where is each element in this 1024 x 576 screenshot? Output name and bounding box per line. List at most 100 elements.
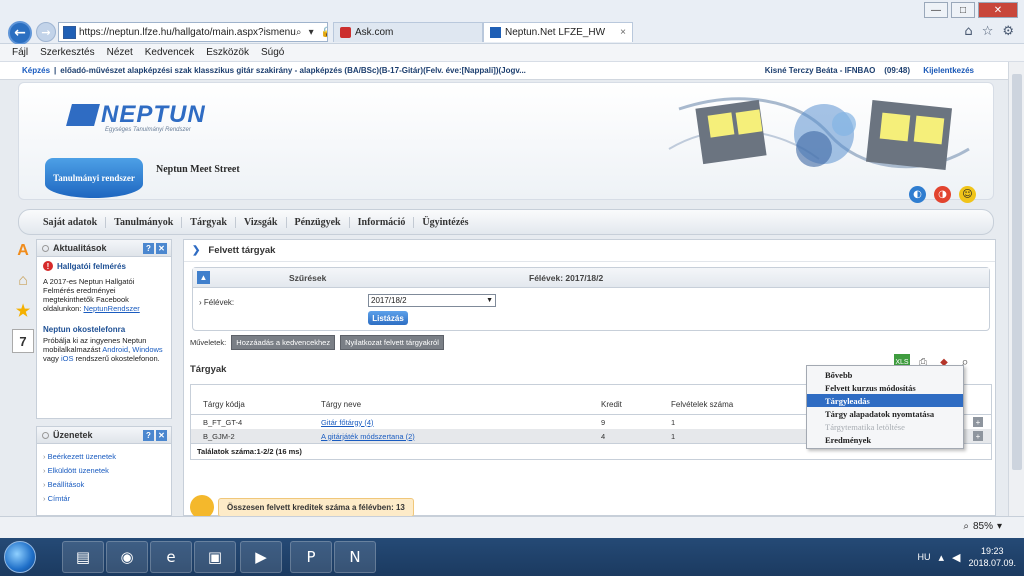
firefox-icon[interactable]: ◉ — [106, 541, 148, 573]
main-navigation: Saját adatok Tanulmányok Tárgyak Vizsgák… — [18, 209, 994, 235]
start-button[interactable] — [4, 541, 36, 573]
alert-icon: ! — [43, 261, 53, 271]
training-label[interactable]: Képzés — [22, 66, 50, 75]
clock[interactable]: 19:23 2018.07.09. — [968, 545, 1016, 569]
save-floppy-icon[interactable]: ▣ — [194, 541, 236, 573]
logo-subtitle: Egységes Tanulmányi Rendszer — [105, 127, 191, 133]
forward-button[interactable]: → — [36, 22, 56, 42]
meet-street-link[interactable]: Neptun Meet Street — [156, 164, 240, 175]
nav-administration[interactable]: Ügyintézés — [414, 217, 476, 228]
menu-help[interactable]: Súgó — [261, 47, 284, 58]
globe-icon[interactable]: ◐ — [909, 186, 926, 203]
calendar-icon[interactable]: 7 — [12, 329, 34, 353]
powerpoint-icon[interactable]: P — [290, 541, 332, 573]
nav-subjects[interactable]: Tárgyak — [182, 216, 236, 228]
ios-link[interactable]: iOS — [61, 354, 74, 363]
android-link[interactable]: Android — [102, 345, 128, 354]
scrollbar-thumb[interactable] — [1012, 74, 1022, 470]
zoom-control[interactable]: ⌕ 85% ▾ — [963, 521, 1002, 532]
internet-explorer-icon[interactable]: e — [150, 541, 192, 573]
message-settings-link[interactable]: Beállítások — [43, 478, 165, 492]
volume-icon[interactable]: ◀ — [952, 551, 960, 564]
panel-collapse-icon[interactable] — [42, 244, 49, 252]
study-system-badge[interactable]: Tanulmányi rendszer — [45, 158, 143, 198]
font-size-icon[interactable]: A — [12, 239, 34, 263]
color-scheme-icon[interactable]: ◑ — [934, 186, 951, 203]
favorites-shortcut-icon[interactable]: ★ — [12, 299, 34, 323]
neptun-taskbar-icon[interactable]: N — [334, 541, 376, 573]
browser-titlebar: ← → https://neptun.lfze.hu/hallgato/main… — [0, 0, 1024, 45]
home-icon[interactable]: ⌂ — [964, 24, 972, 39]
logout-link[interactable]: Kijelentkezés — [923, 66, 974, 75]
row-menu-plus-icon[interactable]: + — [973, 417, 983, 427]
menu-item-drop-subject[interactable]: Tárgyleadás — [807, 394, 963, 407]
column-header-enrollments[interactable]: Felvételek száma — [671, 400, 791, 409]
menu-favorites[interactable]: Kedvencek — [145, 47, 194, 58]
news-item-title[interactable]: ! Hallgatói felmérés — [43, 261, 165, 271]
back-button[interactable]: ← — [8, 21, 32, 45]
news-item-body: A 2017-es Neptun Hallgatói Felmérés ered… — [43, 277, 140, 313]
menu-tools[interactable]: Eszközök — [206, 47, 249, 58]
minimize-button[interactable]: — — [924, 2, 948, 18]
header-icons: ◐ ◑ ☺ — [909, 186, 976, 203]
page-scrollbar[interactable] — [1008, 62, 1024, 516]
nav-information[interactable]: Információ — [350, 216, 415, 228]
menu-item-modify-course[interactable]: Felvett kurzus módosítás — [807, 381, 963, 394]
side-shortcuts: A ⌂ ★ 7 — [12, 239, 36, 359]
settings-gear-icon[interactable]: ⚙ — [1002, 24, 1014, 39]
session-time: (09:48) — [884, 66, 910, 75]
nav-finances[interactable]: Pénzügyek — [287, 216, 350, 228]
address-bar-icons[interactable]: ⌕ ▾ 🔒 ↻ — [296, 27, 327, 38]
filter-box: ▲ Szűrések Félévek: 2017/18/2 › Félévek:… — [192, 267, 990, 331]
tab-askcom[interactable]: Ask.com — [333, 22, 483, 42]
row-menu-plus-icon[interactable]: + — [973, 431, 983, 441]
add-to-favorites-button[interactable]: Hozzáadás a kedvencekhez — [231, 335, 336, 350]
course-name-link[interactable]: Gitár főtárgy (4) — [321, 418, 601, 427]
tab-close-icon[interactable]: × — [620, 27, 626, 38]
panel-collapse-icon[interactable] — [42, 431, 49, 439]
menu-item-results[interactable]: Eredmények — [807, 433, 963, 446]
tab-neptun[interactable]: Neptun.Net LFZE_HW × — [483, 22, 633, 42]
facebook-link[interactable]: NeptunRendszer — [83, 304, 139, 313]
panel-close-icon[interactable]: ✕ — [156, 429, 167, 441]
language-indicator[interactable]: HU — [917, 552, 930, 562]
menu-item-details[interactable]: Bővebb — [807, 368, 963, 381]
clock-time: 19:23 — [980, 546, 1004, 556]
course-credit: 9 — [601, 417, 606, 427]
windows-link[interactable]: Windows — [132, 345, 162, 354]
nav-exams[interactable]: Vizsgák — [236, 216, 287, 228]
media-player-icon[interactable]: ▶ — [240, 541, 282, 573]
inbox-link[interactable]: Beérkezett üzenetek — [43, 450, 165, 464]
panel-help-icon[interactable]: ? — [143, 242, 154, 254]
menu-view[interactable]: Nézet — [107, 47, 133, 58]
column-header-credit[interactable]: Kredit — [601, 400, 671, 409]
file-explorer-icon[interactable]: ▤ — [62, 541, 104, 573]
course-name-link[interactable]: A gitárjáték módszertana (2) — [321, 432, 601, 441]
course-enrollments: 1 — [671, 431, 676, 441]
semester-select[interactable]: 2017/18/2 ▼ — [368, 294, 496, 307]
close-window-button[interactable]: ✕ — [978, 2, 1018, 18]
menu-edit[interactable]: Szerkesztés — [40, 47, 94, 58]
nav-studies[interactable]: Tanulmányok — [106, 216, 183, 228]
favorites-star-icon[interactable]: ☆ — [982, 24, 994, 39]
statement-button[interactable]: Nyilatkozat felvett tárgyakról — [340, 335, 444, 350]
nav-personal-data[interactable]: Saját adatok — [35, 216, 107, 228]
sent-messages-link[interactable]: Elküldött üzenetek — [43, 464, 165, 478]
panel-close-icon[interactable]: ✕ — [156, 242, 167, 254]
panel-help-icon[interactable]: ? — [143, 429, 154, 441]
address-bar[interactable]: https://neptun.lfze.hu/hallgato/main.asp… — [58, 22, 328, 42]
column-header-code[interactable]: Tárgy kódja — [191, 400, 321, 409]
collapse-filters-button[interactable]: ▲ — [197, 271, 210, 284]
menu-item-print-subject-data[interactable]: Tárgy alapadatok nyomtatása — [807, 407, 963, 420]
column-header-name[interactable]: Tárgy neve — [321, 400, 601, 409]
accessibility-icon[interactable]: ☺ — [959, 186, 976, 203]
menu-file[interactable]: Fájl — [12, 47, 28, 58]
network-icon[interactable]: ▴ — [938, 551, 944, 564]
list-button[interactable]: Listázás — [368, 311, 408, 325]
home-shortcut-icon[interactable]: ⌂ — [12, 269, 34, 293]
page-title: Felvett tárgyak — [208, 245, 276, 256]
directory-link[interactable]: Címtár — [43, 492, 165, 506]
windows-taskbar: ▤ ◉ e ▣ ▶ P N HU ▴ ◀ 19:23 2018.07.09. — [0, 538, 1024, 576]
maximize-button[interactable]: □ — [951, 2, 975, 18]
mobile-app-title[interactable]: Neptun okostelefonra — [43, 325, 165, 334]
